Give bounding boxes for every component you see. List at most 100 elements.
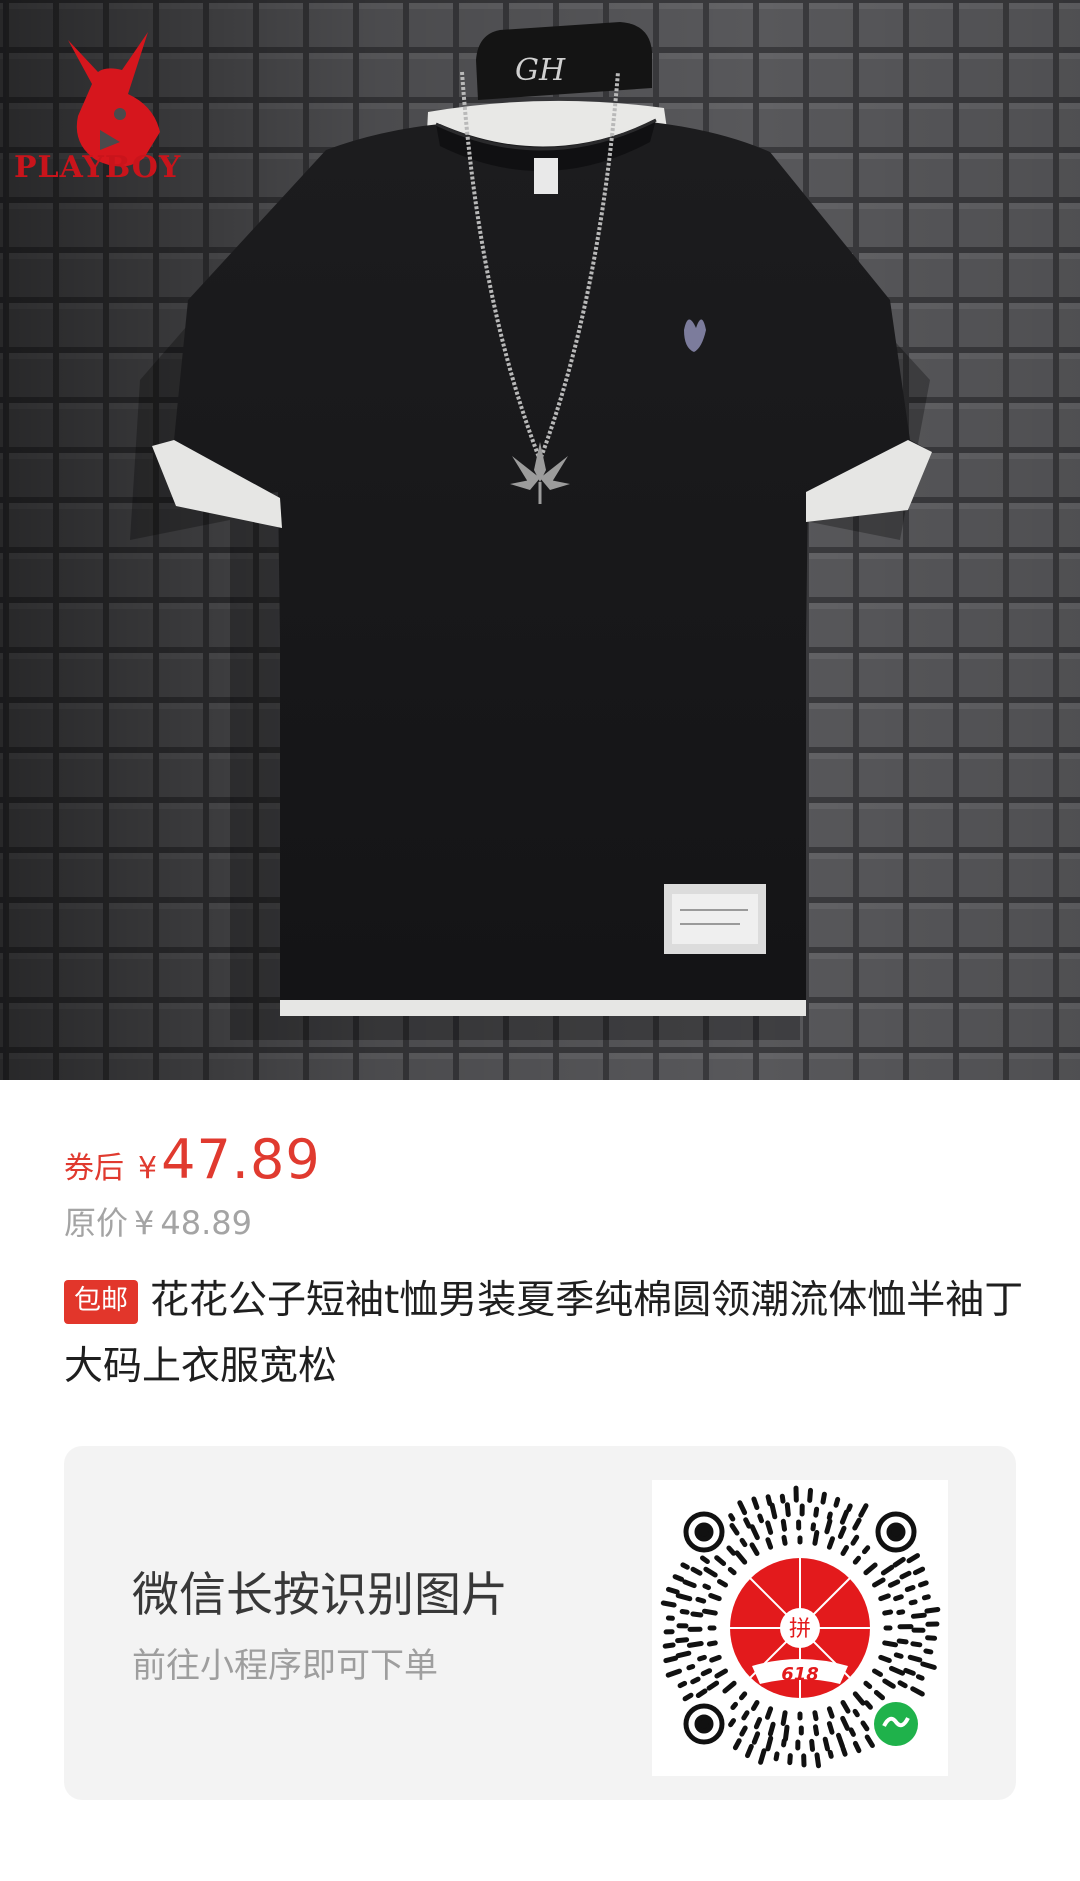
qr-dash: [812, 1710, 819, 1722]
qr-dash: [690, 1676, 701, 1685]
qr-dash: [906, 1553, 920, 1564]
qr-dash: [741, 1710, 750, 1721]
qr-dash: [852, 1691, 866, 1706]
qr-dash: [729, 1523, 740, 1536]
product-title-block: 包邮 花花公子短袖t恤男装夏季纯棉圆领潮流体恤半袖丁大码上衣服宽松: [64, 1268, 1024, 1400]
product-image: GH PLAYBOY: [0, 0, 1080, 1080]
qr-dash: [893, 1652, 904, 1659]
qr-dash: [706, 1640, 718, 1647]
qr-dash: [807, 1487, 813, 1503]
qr-dash: [822, 1736, 830, 1752]
qr-dash: [739, 1537, 748, 1548]
qr-dash: [852, 1517, 862, 1531]
qr-dash: [757, 1513, 764, 1524]
qr-dash: [872, 1668, 883, 1677]
qr-dash: [700, 1555, 710, 1564]
qr-dash: [739, 1725, 748, 1737]
qr-dash: [765, 1735, 774, 1752]
qr-dash: [893, 1594, 904, 1602]
qr-dash: [765, 1706, 774, 1720]
qr-dash: [813, 1724, 820, 1737]
qr-dash: [769, 1502, 778, 1520]
qr-dash: [833, 1496, 841, 1508]
qr-dash: [873, 1690, 885, 1701]
qr-dash: [848, 1727, 856, 1737]
qr-dash: [787, 1753, 793, 1766]
qr-dash: [896, 1638, 909, 1645]
qr-dash: [860, 1720, 870, 1732]
qr-dash: [887, 1579, 901, 1588]
qr-dash: [695, 1596, 707, 1604]
qr-dash: [814, 1752, 821, 1769]
qr-dash: [864, 1734, 875, 1748]
qr-dash: [920, 1661, 937, 1670]
qr-dash: [765, 1494, 773, 1507]
qr-dash: [836, 1732, 845, 1750]
qr-dash: [837, 1525, 847, 1539]
qr-dash: [781, 1534, 788, 1546]
free-shipping-badge: 包邮: [64, 1280, 138, 1324]
price-prefix: 券后: [64, 1151, 124, 1186]
qr-dash: [749, 1542, 760, 1556]
qr-dash: [732, 1738, 742, 1751]
qr-dash: [820, 1491, 827, 1505]
price-currency: ¥: [138, 1151, 158, 1186]
qr-dash: [727, 1567, 737, 1576]
qr-dash: [918, 1580, 929, 1588]
qr-dash: [813, 1506, 820, 1518]
qr-dash: [912, 1566, 926, 1576]
qr-dash: [714, 1668, 728, 1679]
qr-dash: [780, 1710, 788, 1726]
qr-dash: [826, 1536, 835, 1550]
qr-dash: [666, 1586, 680, 1595]
qr-dash: [743, 1517, 752, 1529]
qr-dash: [852, 1555, 861, 1565]
qr-dash: [826, 1721, 835, 1735]
product-title: 花花公子短袖t恤男装夏季纯棉圆领潮流体恤半袖丁大码上衣服宽松: [64, 1278, 1024, 1389]
qr-dash: [863, 1680, 873, 1689]
qr-dash: [899, 1570, 912, 1580]
qr-dash: [751, 1496, 760, 1510]
qr-dash: [840, 1700, 851, 1714]
qr-dash: [751, 1700, 760, 1711]
qr-dash: [672, 1574, 685, 1582]
qr-dash: [690, 1611, 704, 1618]
qr-dash: [840, 1715, 850, 1731]
qr-dash: [682, 1692, 694, 1702]
qr-dash: [880, 1564, 895, 1576]
qr-dash: [910, 1686, 925, 1697]
qr-dash: [680, 1562, 690, 1570]
qr-dash: [826, 1706, 835, 1719]
qr-dash: [784, 1502, 791, 1518]
qr-dash: [903, 1667, 916, 1676]
mini-program-qr-code[interactable]: 拼 618: [652, 1480, 948, 1776]
qr-dash: [758, 1748, 767, 1765]
qr-dash: [682, 1579, 697, 1589]
qr-dash: [702, 1608, 718, 1616]
qr-dash: [686, 1641, 704, 1648]
qr-dash: [679, 1609, 690, 1615]
qr-dash: [897, 1680, 908, 1689]
qr-dash: [728, 1513, 736, 1522]
qr-dash: [706, 1680, 720, 1691]
qr-dash: [878, 1654, 892, 1663]
qr-dash: [675, 1593, 693, 1602]
qr-dash: [690, 1566, 703, 1576]
qr-dash: [863, 1700, 873, 1710]
qr-dash: [827, 1749, 834, 1759]
qr-dash: [852, 1708, 860, 1718]
qr-dash: [765, 1537, 774, 1550]
qr-dash: [824, 1518, 833, 1535]
qr-dash: [675, 1637, 690, 1644]
qr-dash: [812, 1530, 820, 1546]
qr-dash: [840, 1545, 849, 1556]
qr-dash: [839, 1509, 849, 1525]
coupon-price: 券后 ¥ 47.89: [64, 1128, 321, 1198]
qr-dash: [780, 1518, 787, 1532]
qr-dash: [892, 1556, 906, 1568]
qr-dash: [810, 1522, 816, 1532]
qr-dash: [751, 1731, 761, 1745]
qr-sub-text: 前往小程序即可下单: [132, 1646, 438, 1686]
qr-dash: [749, 1524, 760, 1541]
qr-dash: [921, 1594, 931, 1601]
